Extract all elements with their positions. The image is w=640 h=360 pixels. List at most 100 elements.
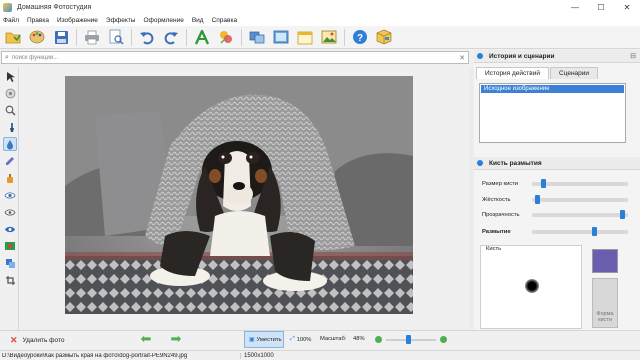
zoom-slider-thumb[interactable]: [406, 335, 411, 344]
pointer-icon[interactable]: [3, 69, 17, 83]
menu-bar: Файл Правка Изображение Эффекты Оформлен…: [0, 14, 640, 26]
close-button[interactable]: ✕: [614, 0, 640, 14]
text-icon[interactable]: [193, 28, 211, 46]
menu-image[interactable]: Изображение: [57, 17, 98, 24]
crop-icon[interactable]: [3, 273, 17, 287]
history-list: Исходное изображение: [479, 83, 626, 143]
slider-label: Размытие: [482, 229, 511, 235]
palette-icon[interactable]: [28, 28, 46, 46]
close-icon[interactable]: ✕: [459, 54, 465, 62]
brush-preview: Кисть: [480, 245, 582, 329]
menu-edit[interactable]: Правка: [27, 17, 49, 24]
minimize-button[interactable]: —: [562, 0, 588, 14]
eye-outline-icon[interactable]: [3, 205, 17, 219]
package-icon[interactable]: [375, 28, 393, 46]
tab-scenarios[interactable]: Сценарии: [550, 67, 599, 79]
zoom-100-button[interactable]: ⤢ 100%: [290, 336, 311, 343]
image-dimensions: 1500x1000: [240, 352, 274, 359]
slider-thumb[interactable]: [541, 179, 546, 188]
image-frame-icon[interactable]: [272, 28, 290, 46]
status-bar: D:\Видеоуроки\Как размыть края на фото\d…: [0, 350, 640, 360]
zoom-icon[interactable]: [3, 103, 17, 117]
fit-button[interactable]: ▣ Уместить: [244, 331, 284, 348]
zoom-out-icon[interactable]: [375, 336, 382, 343]
history-header: История и сценарии ⊟: [474, 50, 640, 63]
image-canvas[interactable]: [20, 67, 470, 322]
save-icon[interactable]: [52, 28, 70, 46]
dog-photo[interactable]: [65, 76, 413, 314]
help-icon[interactable]: ?: [351, 28, 369, 46]
zoom-100-icon: ⤢: [290, 336, 295, 342]
title-bar: Домашняя Фотостудия — ☐ ✕: [0, 0, 640, 14]
pin-icon[interactable]: ⊟: [630, 52, 636, 60]
brush-icon[interactable]: [3, 120, 17, 134]
target-icon[interactable]: [3, 86, 17, 100]
window-controls: — ☐ ✕: [562, 0, 640, 14]
slider-label: Размер кисти: [482, 181, 519, 187]
hardness-slider[interactable]: [532, 195, 628, 204]
delete-photo-button[interactable]: ✕ Удалить фото: [10, 335, 65, 346]
pencil-icon[interactable]: [3, 154, 17, 168]
blur-drop-icon[interactable]: [3, 137, 17, 151]
slider-thumb[interactable]: [592, 227, 597, 236]
opacity-slider[interactable]: [532, 210, 628, 219]
delete-icon: ✕: [10, 335, 18, 345]
redo-icon[interactable]: [162, 28, 180, 46]
svg-text:?: ?: [357, 33, 363, 44]
search-input[interactable]: [12, 54, 452, 61]
zoom-slider[interactable]: [386, 339, 436, 341]
brush-size-slider[interactable]: [532, 179, 628, 188]
history-item[interactable]: Исходное изображение: [481, 85, 624, 93]
eye-icon[interactable]: [3, 188, 17, 202]
zoom-in-icon[interactable]: [440, 336, 447, 343]
panel-icon: [477, 53, 483, 59]
history-title: История и сценарии: [489, 52, 555, 60]
tab-history[interactable]: История действий: [476, 67, 549, 79]
main-toolbar: ?: [0, 26, 640, 49]
zoom-100-label: 100%: [296, 336, 312, 343]
image-icon[interactable]: [320, 28, 338, 46]
delete-label: Удалить фото: [22, 337, 65, 344]
opacity-slider-row: Прозрачность: [482, 210, 632, 220]
brush-header: Кисть размытия: [474, 157, 640, 170]
undo-icon[interactable]: [138, 28, 156, 46]
blur-slider-row: Размытие: [482, 227, 632, 237]
brush-shape-button[interactable]: Форма кисти: [592, 278, 618, 328]
fit-label: Уместить: [256, 336, 282, 343]
print-preview-icon[interactable]: [107, 28, 125, 46]
clone-icon[interactable]: [3, 256, 17, 270]
calendar-icon[interactable]: [296, 28, 314, 46]
image-compare-icon[interactable]: [248, 28, 266, 46]
fit-icon: ▣: [249, 336, 255, 343]
brush-title: Кисть размытия: [489, 159, 542, 167]
next-arrow-icon[interactable]: ➡: [168, 331, 184, 346]
zoom-value: 48%: [353, 336, 365, 342]
zoom-label: Масштаб:: [320, 336, 347, 342]
horizontal-scrollbar[interactable]: [20, 322, 470, 330]
search-icon: ⌕: [5, 53, 9, 61]
slider-label: Прозрачность: [482, 212, 520, 218]
menu-design[interactable]: Оформление: [143, 17, 183, 24]
slider-thumb[interactable]: [535, 195, 540, 204]
open-folder-icon[interactable]: [4, 28, 22, 46]
menu-effects[interactable]: Эффекты: [106, 17, 136, 24]
red-eye-icon[interactable]: [3, 239, 17, 253]
eye-filled-icon[interactable]: [3, 222, 17, 236]
right-panel: История и сценарии ⊟ История действий Сц…: [474, 50, 640, 330]
brush-color-swatch[interactable]: [592, 249, 618, 273]
brush-caption: Кисть: [484, 246, 504, 252]
slider-thumb[interactable]: [620, 210, 625, 219]
menu-view[interactable]: Вид: [192, 17, 204, 24]
bottle-icon[interactable]: [3, 171, 17, 185]
maximize-button[interactable]: ☐: [588, 0, 614, 14]
left-toolbar: [0, 67, 19, 332]
blur-slider[interactable]: [532, 227, 628, 236]
hardness-slider-row: Жёсткость: [482, 195, 632, 205]
previous-arrow-icon[interactable]: ⬅: [138, 331, 154, 346]
history-tabs: История действий Сценарии: [476, 67, 599, 79]
color-effects-icon[interactable]: [217, 28, 235, 46]
menu-file[interactable]: Файл: [3, 17, 19, 24]
menu-help[interactable]: Справка: [212, 17, 238, 24]
brush-shape-label: Форма кисти: [596, 311, 614, 323]
print-icon[interactable]: [83, 28, 101, 46]
